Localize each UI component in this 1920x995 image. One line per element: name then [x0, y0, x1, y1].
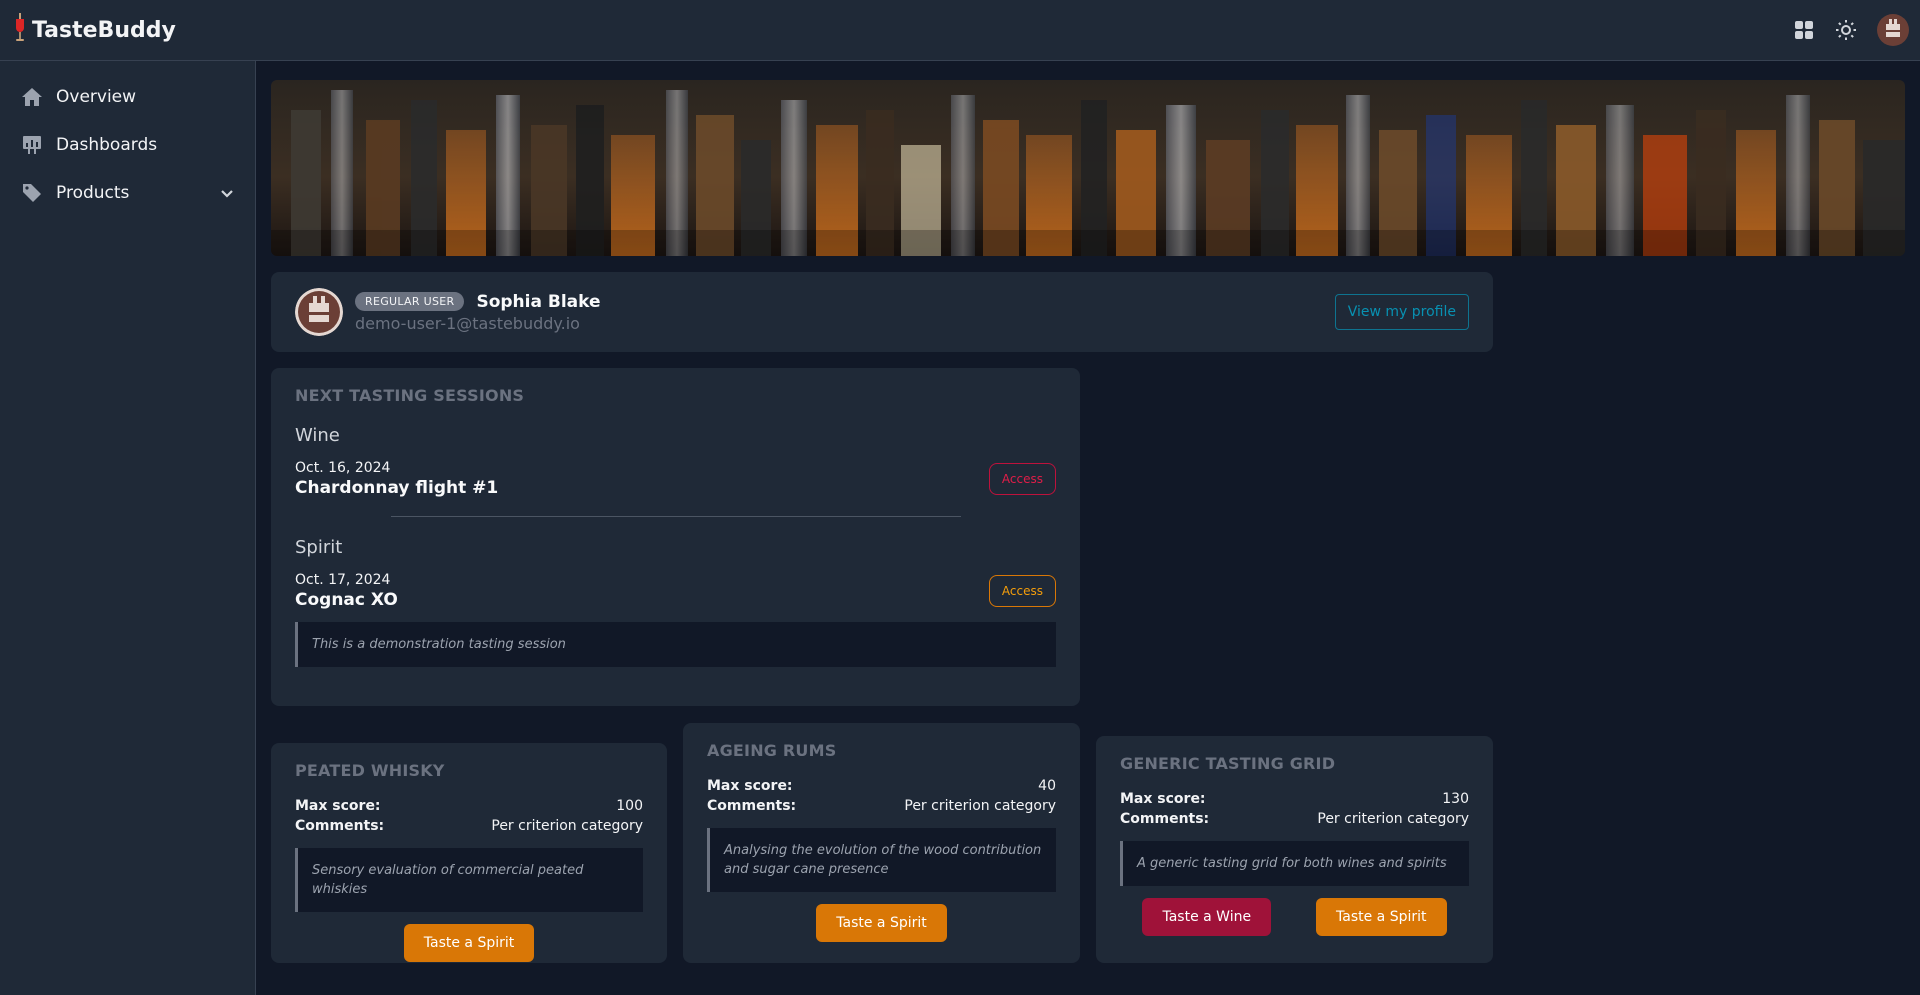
role-badge: REGULAR USER — [355, 292, 465, 311]
comments-label: Comments: — [1120, 811, 1210, 827]
grid-title: PEATED WHISKY — [295, 761, 445, 780]
max-score-label: Max score: — [295, 798, 381, 814]
home-icon — [20, 85, 44, 109]
divider — [390, 516, 961, 517]
session-category: Wine — [295, 425, 340, 446]
session-name: Chardonnay flight #1 — [295, 478, 499, 498]
grid-card-generic: GENERIC TASTING GRID Max score: 130 Comme… — [1096, 736, 1493, 963]
sun-icon[interactable] — [1834, 18, 1858, 42]
comments-value: Per criterion category — [904, 798, 1056, 814]
comments-label: Comments: — [295, 818, 385, 834]
max-score-value: 40 — [1038, 778, 1056, 794]
max-score-label: Max score: — [1120, 791, 1206, 807]
max-score-label: Max score: — [707, 778, 793, 794]
sidebar-item-dashboards[interactable]: Dashboards — [0, 121, 255, 169]
grid-description: Sensory evaluation of commercial peated … — [295, 848, 643, 912]
grid-title: AGEING RUMS — [707, 741, 837, 760]
apps-grid-icon[interactable] — [1792, 18, 1816, 42]
sidebar-item-label: Products — [56, 183, 130, 203]
grid-card-peated-whisky: PEATED WHISKY Max score: 100 Comments: Per… — [271, 743, 667, 963]
hero-banner — [271, 80, 1905, 256]
sidebar-item-label: Overview — [56, 87, 137, 107]
session-row-wine: Oct. 16, 2024 Chardonnay flight #1 Acces… — [295, 460, 1056, 498]
access-spirit-session-button[interactable]: Access — [988, 575, 1056, 607]
comments-value: Per criterion category — [491, 818, 643, 834]
session-category: Spirit — [295, 537, 343, 558]
section-title: NEXT TASTING SESSIONS — [295, 386, 525, 405]
grid-description: Analysing the evolution of the wood cont… — [707, 828, 1056, 892]
session-date: Oct. 16, 2024 — [295, 460, 391, 476]
presentation-chart-icon — [20, 133, 44, 157]
top-bar: TasteBuddy — [0, 0, 1920, 61]
taste-spirit-button[interactable]: Taste a Spirit — [403, 924, 535, 962]
grid-description: A generic tasting grid for both wines an… — [1120, 841, 1469, 886]
sidebar-item-label: Dashboards — [56, 135, 158, 155]
brand[interactable]: TasteBuddy — [14, 13, 176, 47]
comments-value: Per criterion category — [1317, 811, 1469, 827]
session-note: This is a demonstration tasting session — [295, 622, 1056, 667]
session-date: Oct. 17, 2024 — [295, 572, 391, 588]
max-score-value: 130 — [1442, 791, 1469, 807]
sidebar-item-overview[interactable]: Overview — [0, 73, 255, 121]
comments-label: Comments: — [707, 798, 797, 814]
sidebar-item-products[interactable]: Products — [0, 169, 255, 217]
taste-spirit-button[interactable]: Taste a Spirit — [816, 904, 947, 942]
sidebar: Overview Dashboards Products — [0, 61, 256, 995]
tag-icon — [20, 181, 44, 205]
max-score-value: 100 — [616, 798, 643, 814]
taste-spirit-button[interactable]: Taste a Spirit — [1316, 898, 1447, 936]
user-avatar[interactable] — [1876, 13, 1910, 47]
taste-wine-button[interactable]: Taste a Wine — [1142, 898, 1272, 936]
session-row-spirit: Oct. 17, 2024 Cognac XO Access — [295, 572, 1056, 610]
grid-card-ageing-rums: AGEING RUMS Max score: 40 Comments: Per cr… — [683, 723, 1080, 963]
profile-avatar — [295, 288, 343, 336]
app-name: TasteBuddy — [32, 17, 176, 43]
grid-title: GENERIC TASTING GRID — [1120, 754, 1336, 773]
user-name: Sophia Blake — [476, 291, 601, 312]
user-email: demo-user-1@tastebuddy.io — [355, 313, 580, 333]
chevron-down-icon[interactable] — [219, 185, 235, 201]
wine-glass-icon — [14, 13, 26, 47]
access-wine-session-button[interactable]: Access — [988, 463, 1056, 495]
tasting-sessions-card: NEXT TASTING SESSIONS Wine Oct. 16, 2024… — [271, 368, 1080, 706]
view-profile-button[interactable]: View my profile — [1334, 294, 1469, 330]
session-name: Cognac XO — [295, 590, 398, 610]
profile-card: REGULAR USER Sophia Blake demo-user-1@ta… — [271, 272, 1493, 352]
